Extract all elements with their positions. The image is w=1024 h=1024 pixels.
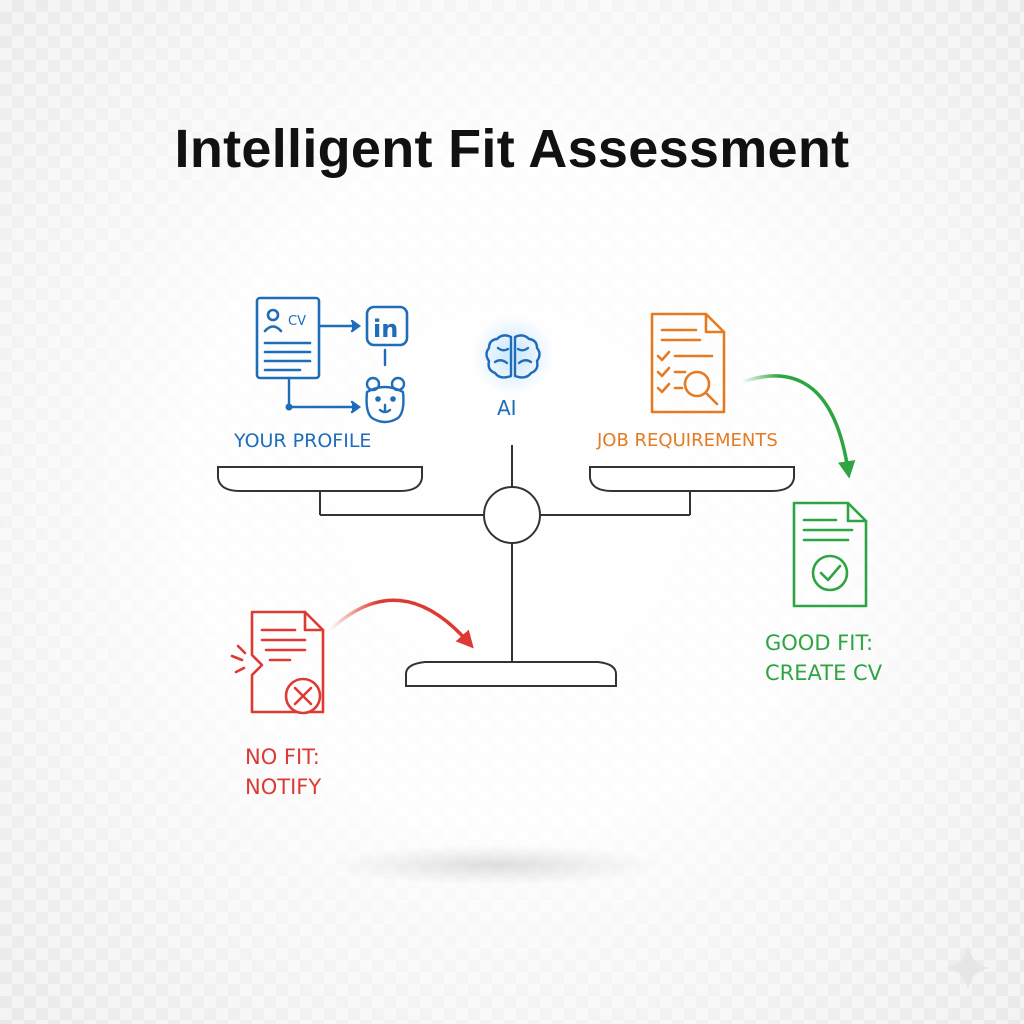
- checklist-search-document-icon: [650, 312, 726, 414]
- good-fit-label: GOOD FIT: CREATE CV: [765, 628, 882, 688]
- good-fit-line1: GOOD FIT:: [765, 631, 874, 655]
- cross-document-icon: [230, 610, 325, 715]
- no-fit-label: NO FIT: NOTIFY: [245, 742, 321, 802]
- sparkle-icon: [946, 945, 990, 990]
- animal-mascot-icon: [365, 376, 406, 424]
- ai-label: AI: [497, 396, 517, 420]
- job-requirements-label: JOB REQUIREMENTS: [597, 430, 778, 451]
- cv-icon-text: CV: [288, 314, 306, 329]
- good-fit-line2: CREATE CV: [765, 661, 883, 685]
- ai-glow: [473, 315, 553, 395]
- connector-dot: [285, 403, 293, 411]
- checkmark-document-icon: [792, 501, 868, 608]
- no-fit-line1: NO FIT:: [245, 745, 320, 769]
- profile-label: YOUR PROFILE: [234, 430, 372, 452]
- profile-connectors: [287, 319, 387, 414]
- fit-diagram: CV in: [217, 296, 990, 990]
- cv-document-icon: [255, 296, 321, 380]
- linkedin-text: in: [373, 315, 398, 343]
- no-fit-line2: NOTIFY: [245, 775, 322, 799]
- no-fit-arrow: [328, 598, 474, 649]
- good-fit-arrow: [740, 374, 856, 479]
- linkedin-icon: in: [365, 305, 409, 347]
